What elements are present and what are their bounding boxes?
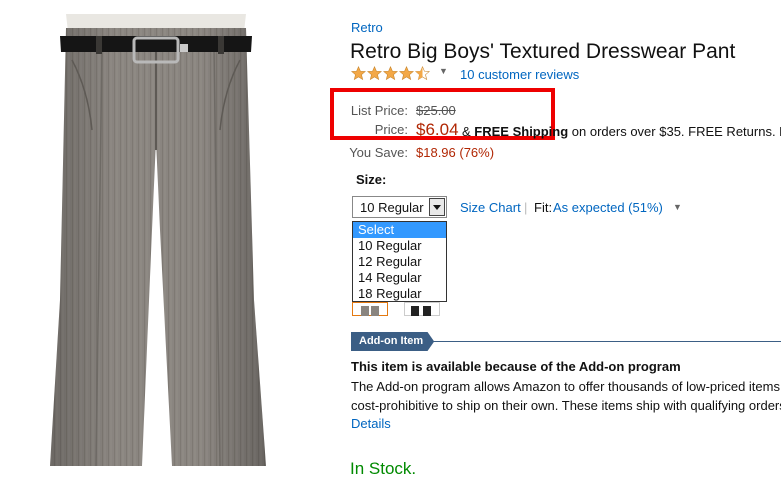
shipping-suffix: on orders over $35. FREE Returns. D [568,124,781,139]
size-select[interactable]: 10 Regular [352,196,447,218]
swatch-thumbnail [361,306,379,316]
size-select-value: 10 Regular [360,200,424,215]
addon-divider-line [425,341,781,342]
size-heading: Size: [356,172,387,187]
brand-link[interactable]: Retro [351,20,383,35]
price-value: $6.04 [416,120,459,139]
addon-details-link[interactable]: Details [351,416,391,431]
list-price-value: $25.00 [416,103,456,118]
price-label: Price: [374,122,408,137]
fit-label: Fit: [534,200,553,215]
star-full-icon [383,66,398,81]
size-option-10-regular[interactable]: 10 Regular [353,238,446,254]
product-title: Retro Big Boys' Textured Dresswear Pant [350,40,736,63]
star-rating[interactable] [351,66,430,81]
chevron-down-icon[interactable]: ▼ [673,202,682,212]
fit-value-link[interactable]: As expected (51%) [553,200,663,215]
size-chart-link[interactable]: Size Chart [460,200,521,215]
color-swatch[interactable] [352,302,388,316]
addon-description: The Add-on program allows Amazon to offe… [351,377,781,415]
product-image[interactable] [30,0,290,476]
divider: | [524,200,528,215]
addon-description-line: cost-prohibitive to ship on their own. T… [351,398,781,413]
addon-title: This item is available because of the Ad… [351,359,681,374]
size-option-18-regular[interactable]: 18 Regular [353,286,446,302]
star-full-icon [351,66,366,81]
star-half-icon [415,66,430,81]
color-swatch[interactable] [404,302,440,316]
you-save-label: You Save: [349,145,408,160]
shipping-prefix: & [462,124,475,139]
addon-description-line: The Add-on program allows Amazon to offe… [351,379,780,394]
size-option-12-regular[interactable]: 12 Regular [353,254,446,270]
size-option-14-regular[interactable]: 14 Regular [353,270,446,286]
dropdown-arrow-icon[interactable] [429,198,445,216]
size-dropdown-list[interactable]: Select 10 Regular 12 Regular 14 Regular … [352,221,447,302]
star-full-icon [399,66,414,81]
star-full-icon [367,66,382,81]
shipping-info: & FREE Shipping on orders over $35. FREE… [462,124,781,139]
chevron-down-icon[interactable]: ▼ [439,66,448,76]
list-price-label: List Price: [350,103,408,118]
swatch-thumbnail [411,306,431,316]
addon-item-badge: Add-on Item [351,332,435,351]
size-option-select[interactable]: Select [353,222,446,238]
free-shipping-text: FREE Shipping [474,124,569,139]
availability-status: In Stock. [350,459,417,478]
customer-reviews-link[interactable]: 10 customer reviews [460,67,579,82]
you-save-value: $18.96 (76%) [416,145,495,160]
